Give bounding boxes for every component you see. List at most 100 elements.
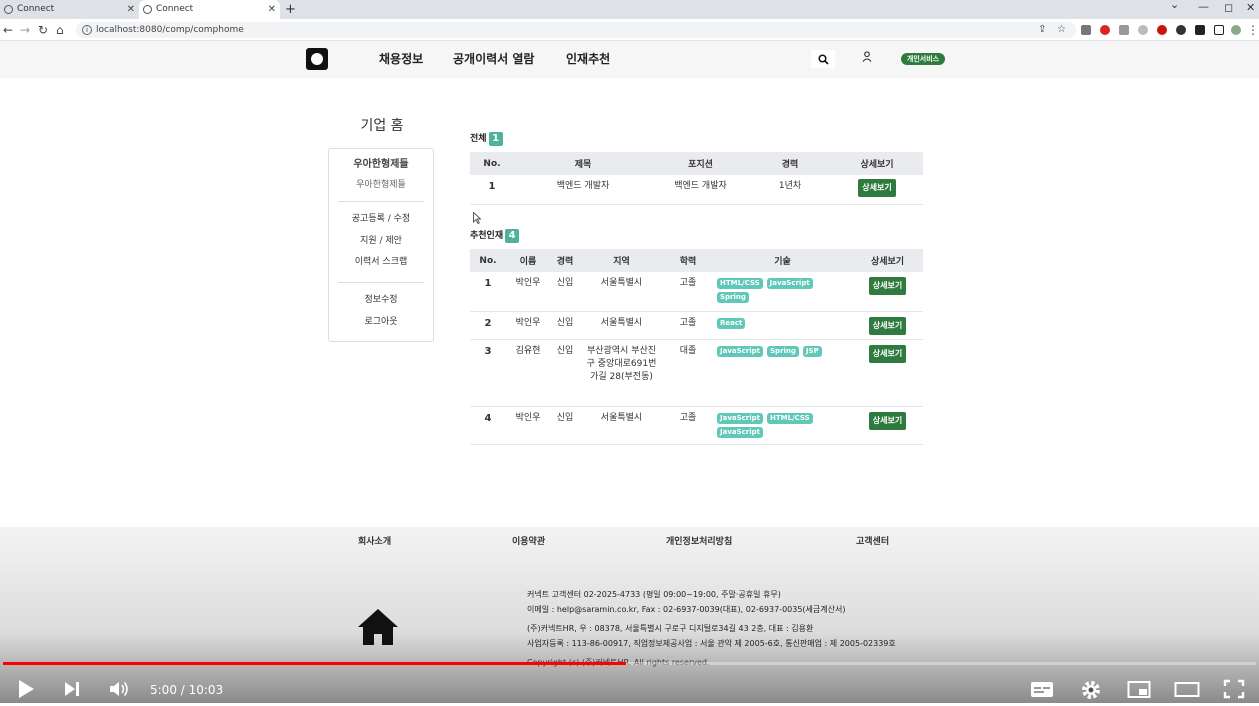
minimize-icon[interactable]: — [1198, 1, 1209, 12]
skill-tag: JSP [802, 345, 822, 357]
footer-link-terms[interactable]: 이용약관 [512, 536, 545, 548]
share-icon[interactable]: ⇪ [1038, 22, 1046, 38]
theater-mode-icon[interactable] [1174, 679, 1200, 704]
next-icon[interactable] [63, 679, 81, 704]
footer-link-about[interactable]: 회사소개 [358, 536, 391, 548]
detail-button[interactable]: 상세보기 [868, 344, 907, 363]
cell-career: 신입 [550, 406, 580, 445]
video-progress-fill [3, 662, 626, 665]
close-icon[interactable]: ✕ [127, 0, 135, 19]
back-icon[interactable]: ← [3, 22, 13, 38]
url-bar[interactable]: i localhost:8080/comp/comphome [76, 22, 1076, 38]
new-tab-button[interactable]: + [285, 0, 296, 19]
footer-link-privacy[interactable]: 개인정보처리방침 [666, 536, 732, 548]
cell-career: 신입 [550, 311, 580, 340]
cell-skills: React [713, 311, 852, 340]
github-logo-icon[interactable] [306, 48, 328, 70]
browser-tab[interactable]: Connect ✕ [0, 0, 139, 19]
cell-region: 서울특별시 [580, 272, 663, 312]
sidebar-item-logout[interactable]: 로그아웃 [329, 316, 433, 328]
subtitles-icon[interactable] [1030, 679, 1054, 704]
skill-tag: React [717, 317, 746, 329]
col-career: 경력 [550, 249, 580, 272]
volume-icon[interactable] [109, 679, 131, 704]
cell-no: 3 [470, 339, 506, 407]
cell-detail: 상세보기 [831, 175, 923, 205]
detail-button[interactable]: 상세보기 [868, 411, 907, 430]
cell-title[interactable]: 백엔드 개발자 [514, 175, 652, 205]
home-icon[interactable] [356, 607, 400, 647]
skill-tag: JavaScript [717, 345, 764, 357]
sidebar-item-edit-info[interactable]: 정보수정 [329, 294, 433, 306]
forward-icon[interactable]: → [20, 22, 30, 38]
extension-icon[interactable] [1138, 25, 1148, 35]
cell-no: 2 [470, 311, 506, 340]
extension-icon[interactable] [1157, 25, 1167, 35]
video-progress-bar[interactable] [3, 662, 1256, 665]
profile-avatar[interactable] [1231, 25, 1241, 35]
sidebar-item-apply-offer[interactable]: 지원 / 제안 [329, 235, 433, 247]
nav-public-resume[interactable]: 공개이력서 열람 [453, 51, 534, 67]
cell-skills: JavaScript HTML/CSSJavaScript [713, 406, 852, 445]
table-row: 1 백엔드 개발자 백엔드 개발자 1년차 상세보기 [470, 175, 923, 205]
reload-icon[interactable]: ↻ [38, 22, 48, 38]
close-icon[interactable]: ✕ [268, 0, 276, 19]
page-title: 기업 홈 [360, 118, 404, 134]
settings-gear-icon[interactable] [1080, 679, 1102, 706]
cell-skills: JavaScript Spring JSP [713, 339, 852, 407]
recommend-section-label: 추천인재 [470, 231, 504, 241]
sidebar-divider [338, 282, 424, 283]
cell-name[interactable]: 박인우 [506, 272, 550, 312]
globe-icon [4, 5, 13, 14]
sidebar-item-job-posting[interactable]: 공고등록 / 수정 [329, 213, 433, 225]
cell-name[interactable]: 김유현 [506, 339, 550, 407]
search-icon[interactable] [811, 50, 835, 68]
table-row: 4 박인우 신입 서울특별시 고졸 JavaScript HTML/CSSJava… [470, 406, 923, 445]
play-icon[interactable] [17, 679, 35, 704]
fullscreen-icon[interactable] [1223, 679, 1245, 704]
personal-service-badge[interactable]: 개인서비스 [901, 53, 945, 65]
tab-search-icon[interactable]: ⌄ [1170, 0, 1179, 10]
cell-region: 서울특별시 [580, 406, 663, 445]
miniplayer-icon[interactable] [1127, 679, 1151, 704]
cell-name[interactable]: 박인우 [506, 311, 550, 340]
cell-career: 신입 [550, 272, 580, 312]
extension-icon[interactable] [1119, 25, 1129, 35]
window-close-icon[interactable]: ✕ [1246, 2, 1255, 13]
user-icon[interactable] [862, 51, 872, 66]
detail-button[interactable]: 상세보기 [868, 277, 907, 295]
recommend-count-badge: 4 [505, 229, 520, 243]
footer-info-line: 사업자등록 : 113-86-00917, 직업정보제공사업 : 서울 관악 제… [527, 639, 896, 648]
maximize-icon[interactable]: ◻ [1224, 2, 1233, 13]
sidebar-item-resume-scrap[interactable]: 이력서 스크랩 [329, 256, 433, 268]
jobs-section-label: 전체 [470, 134, 487, 144]
cell-education: 고졸 [663, 311, 713, 340]
skill-tag: Spring [717, 292, 749, 303]
detail-button[interactable]: 상세보기 [868, 316, 907, 335]
menu-icon[interactable]: ⋮ [1247, 23, 1259, 37]
site-info-icon[interactable]: i [82, 25, 92, 35]
cell-name[interactable]: 박인우 [506, 406, 550, 445]
cell-skills: HTML/CSS JavaScript Spring [713, 272, 852, 312]
jobs-count-badge: 1 [488, 132, 503, 146]
footer-link-support[interactable]: 고객센터 [856, 536, 889, 548]
extension-icon[interactable] [1100, 25, 1110, 35]
skill-tag: JavaScript [766, 278, 813, 289]
nav-job-info[interactable]: 채용정보 [379, 51, 423, 67]
cell-region: 부산광역시 부산진구 중앙대로691번가길 28(부전동) [580, 339, 663, 407]
puzzle-icon[interactable] [1195, 25, 1205, 35]
site-header [0, 41, 1259, 78]
skill-tag: HTML/CSS [767, 412, 813, 424]
sidepanel-icon[interactable] [1214, 25, 1224, 35]
skill-tag: HTML/CSS [717, 278, 763, 289]
browser-tab-active[interactable]: Connect ✕ [139, 0, 280, 19]
bookmark-star-icon[interactable]: ☆ [1057, 22, 1066, 38]
col-education: 학력 [663, 249, 713, 272]
home-nav-icon[interactable]: ⌂ [56, 22, 64, 38]
nav-talent-recommend[interactable]: 인재추천 [566, 51, 610, 67]
extension-icon[interactable] [1176, 25, 1186, 35]
extension-icon[interactable] [1081, 25, 1091, 35]
globe-icon [143, 5, 152, 14]
cell-career: 1년차 [749, 175, 831, 205]
detail-button[interactable]: 상세보기 [858, 179, 896, 197]
